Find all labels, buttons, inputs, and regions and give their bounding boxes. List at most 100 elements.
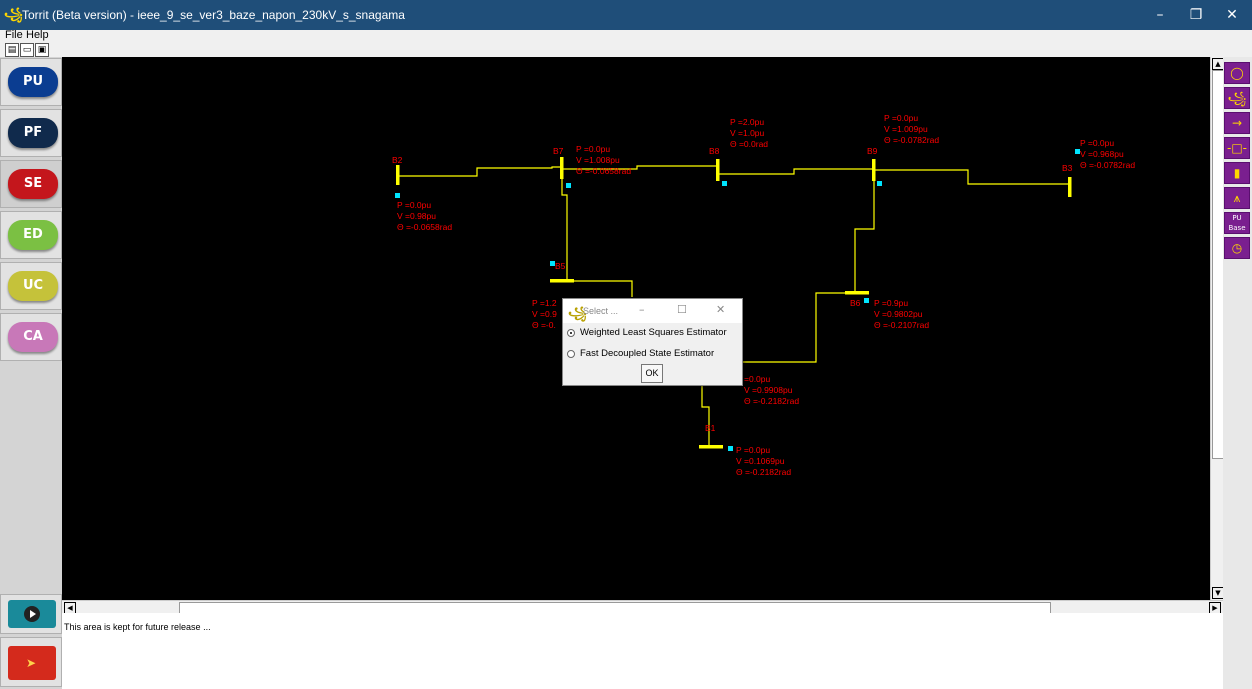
- bus-b4-theta: Θ =-0.2182rad: [744, 396, 800, 406]
- title-bar: ꧁ Torrit (Beta version) - ieee_9_se_ver3…: [0, 0, 1252, 30]
- bus-b1-bar: [699, 445, 723, 449]
- line-b9-b6: [854, 175, 875, 291]
- pu-base-icon[interactable]: PU Base: [1224, 212, 1250, 234]
- bus-b8-values: P =2.0pu V =1.0pu Θ =0.0rad: [730, 117, 768, 150]
- dialog-title: Select ...: [583, 306, 619, 316]
- menu-file[interactable]: File: [5, 29, 23, 41]
- new-file-icon[interactable]: ▤: [5, 43, 19, 57]
- bus-icon[interactable]: ▮: [1224, 162, 1250, 184]
- dialog-close-icon[interactable]: ✕: [716, 303, 725, 316]
- ca-button[interactable]: CA: [8, 322, 58, 352]
- bus-b9-values: P =0.0pu V =1.009pu Θ =-0.0782rad: [884, 113, 939, 146]
- bus-b1-values: P =0.0pu V =0.1069pu Θ =-0.2182rad: [736, 445, 791, 478]
- bus-b8-p: P =2.0pu: [730, 117, 765, 127]
- bus-b3-theta: Θ =-0.0782rad: [1080, 160, 1136, 170]
- bus-b9-v: V =1.009pu: [884, 124, 928, 134]
- broom-icon: ➤: [26, 656, 37, 670]
- line-b4-b1: [701, 377, 710, 447]
- bus-b5-values: P =1.2 V =0.9 Θ =-0.: [532, 298, 557, 331]
- dialog-minimize-icon[interactable]: –: [639, 303, 645, 316]
- bus-b1-theta: Θ =-0.2182rad: [736, 467, 792, 477]
- bus-b2-marker[interactable]: [395, 193, 400, 198]
- se-button[interactable]: SE: [8, 169, 58, 199]
- bus-b2-v: V =0.98pu: [397, 211, 436, 221]
- bus-b1-v: V =0.1069pu: [736, 456, 785, 466]
- bus-b3-p: P =0.0pu: [1080, 138, 1115, 148]
- load-arrow-icon[interactable]: →: [1224, 112, 1250, 134]
- bus-b4-values: =0.0pu V =0.9908pu Θ =-0.2182rad: [744, 374, 799, 407]
- ed-button[interactable]: ED: [8, 220, 58, 250]
- menu-bar: File Help: [0, 29, 1252, 42]
- status-area: This area is kept for future release ...: [62, 613, 1223, 689]
- pu-button[interactable]: PU: [8, 67, 58, 97]
- torrit-logo-icon: ꧁: [4, 7, 23, 21]
- bus-b3-values: P =0.0pu V =0.968pu Θ =-0.0782rad: [1080, 138, 1135, 171]
- bus-b7-v: V =1.008pu: [576, 155, 620, 165]
- sidebar-slot-clear: ➤: [0, 637, 62, 687]
- bus-b5-theta: Θ =-0.: [532, 320, 556, 330]
- bus-b2-theta: Θ =-0.0658rad: [397, 222, 453, 232]
- sidebar-slot-run: [0, 594, 62, 634]
- bus-b3-name: B3: [1062, 163, 1073, 173]
- bus-b1-p: P =0.0pu: [736, 445, 771, 455]
- bus-b6-name: B6: [850, 298, 861, 308]
- sidebar-slot-ca: CA: [0, 313, 62, 361]
- pu-base-label-1: PU: [1232, 214, 1242, 222]
- bus-b8-marker[interactable]: [722, 181, 727, 186]
- dialog-maximize-icon[interactable]: ☐: [677, 303, 687, 316]
- restore-icon[interactable]: ❐: [1178, 0, 1214, 30]
- tower-icon[interactable]: ⩚: [1224, 187, 1250, 209]
- uc-button[interactable]: UC: [8, 271, 58, 301]
- status-message: This area is kept for future release ...: [64, 622, 211, 632]
- ok-button[interactable]: OK: [641, 364, 663, 383]
- bus-b5-bar: [550, 279, 574, 283]
- transformer-icon[interactable]: ꧁: [1224, 87, 1250, 109]
- wls-label[interactable]: Weighted Least Squares Estimator: [580, 327, 727, 338]
- sidebar-slot-uc: UC: [0, 262, 62, 310]
- bus-b6-marker[interactable]: [864, 298, 869, 303]
- bus-b9-name: B9: [867, 146, 878, 156]
- bus-b5-marker[interactable]: [550, 261, 555, 266]
- bus-b8-theta: Θ =0.0rad: [730, 139, 769, 149]
- select-estimator-dialog: ꧁ Select ... – ☐ ✕ Weighted Least Square…: [562, 298, 743, 386]
- pf-button[interactable]: PF: [8, 118, 58, 148]
- bus-b7-name: B7: [553, 146, 564, 156]
- line-b2-b7: [398, 166, 562, 177]
- bus-b9-bar: [872, 159, 876, 181]
- vertical-scrollbar[interactable]: ▲ ▼: [1210, 57, 1224, 600]
- bus-b5-v: V =0.9: [532, 309, 557, 319]
- sidebar-slot-pf: PF: [0, 109, 62, 157]
- bus-b8-v: V =1.0pu: [730, 128, 765, 138]
- bus-b8-name: B8: [709, 146, 720, 156]
- clear-button[interactable]: ➤: [8, 646, 56, 680]
- close-icon[interactable]: ✕: [1214, 0, 1250, 30]
- sidebar-slot-pu: PU: [0, 58, 62, 106]
- wls-radio[interactable]: [567, 329, 575, 337]
- bus-b9-theta: Θ =-0.0782rad: [884, 135, 940, 145]
- bus-b1-marker[interactable]: [728, 446, 733, 451]
- line-b8-b9: [717, 168, 874, 175]
- bus-b4-p: =0.0pu: [744, 374, 771, 384]
- bus-b4-v: V =0.9908pu: [744, 385, 793, 395]
- save-icon[interactable]: ▣: [35, 43, 49, 57]
- bus-b6-values: P =0.9pu V =0.9802pu Θ =-0.2107rad: [874, 298, 929, 331]
- menu-help[interactable]: Help: [26, 29, 49, 41]
- bus-b7-bar: [560, 157, 564, 179]
- line-icon[interactable]: -□-: [1224, 137, 1250, 159]
- fdse-radio[interactable]: [567, 350, 575, 358]
- minimize-icon[interactable]: –: [1142, 0, 1178, 30]
- run-button[interactable]: [8, 600, 56, 628]
- meter-icon[interactable]: ◷: [1224, 237, 1250, 259]
- horizontal-scrollbar[interactable]: ◀ ▶: [62, 600, 1223, 614]
- open-folder-icon[interactable]: ▭: [20, 43, 34, 57]
- bus-b9-marker[interactable]: [877, 181, 882, 186]
- generator-icon[interactable]: ◯: [1224, 62, 1250, 84]
- bus-b6-p: P =0.9pu: [874, 298, 909, 308]
- sidebar-slot-ed: ED: [0, 211, 62, 259]
- fdse-label[interactable]: Fast Decoupled State Estimator: [580, 348, 714, 359]
- bus-b2-p: P =0.0pu: [397, 200, 432, 210]
- bus-b2-name: B2: [392, 155, 403, 165]
- window-title: Torrit (Beta version) - ieee_9_se_ver3_b…: [22, 8, 405, 22]
- bus-b5-p: P =1.2: [532, 298, 557, 308]
- bus-b7-marker[interactable]: [566, 183, 571, 188]
